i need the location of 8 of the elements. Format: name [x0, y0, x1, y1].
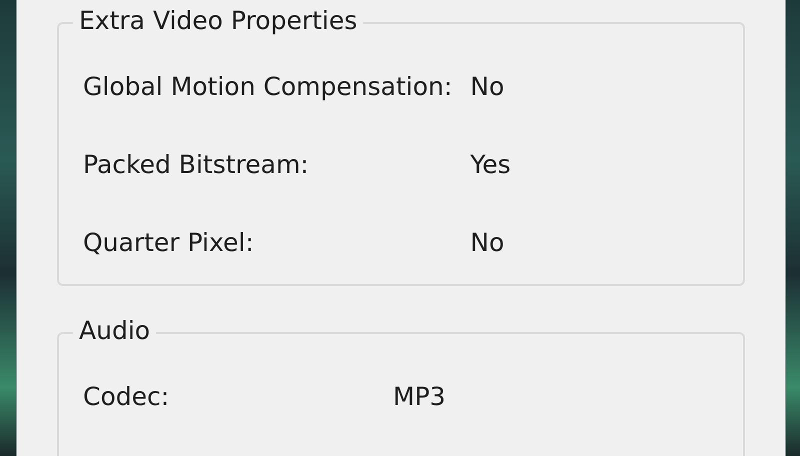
- property-value: No: [470, 71, 506, 103]
- property-label: Global Motion Compensation:: [83, 71, 452, 103]
- property-label: Codec:: [83, 381, 170, 413]
- property-label: Quarter Pixel:: [83, 227, 255, 259]
- property-value: MP3: [393, 381, 447, 413]
- property-label: Packed Bitstream:: [83, 149, 310, 181]
- property-value: No: [470, 227, 506, 259]
- property-value: Yes: [470, 149, 512, 181]
